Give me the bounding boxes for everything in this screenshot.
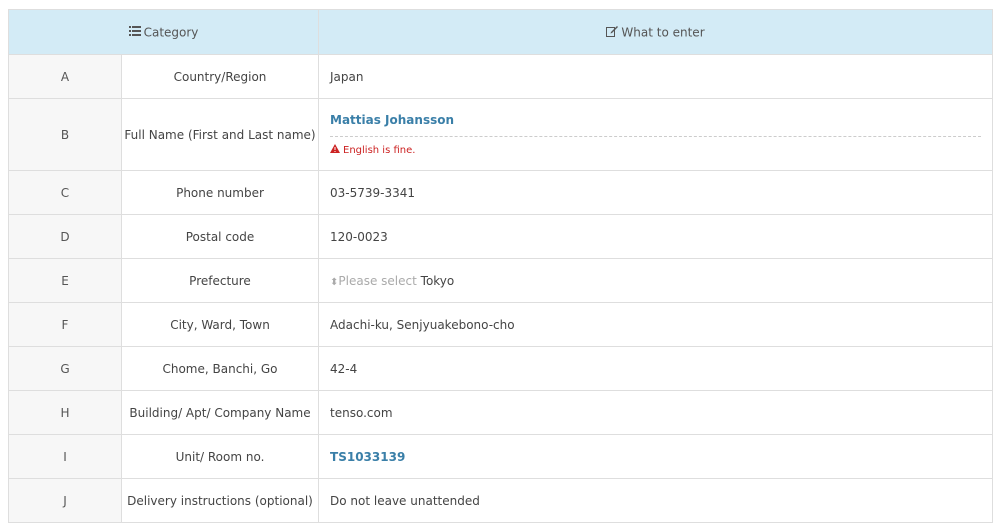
divider	[330, 136, 982, 137]
table-row: A Country/Region Japan	[8, 54, 994, 99]
row-letter: E	[8, 258, 122, 303]
row-value: tenso.com	[318, 390, 994, 435]
table-row: I Unit/ Room no. TS1033139	[8, 434, 994, 479]
row-letter: D	[8, 214, 122, 259]
name-note-text: English is fine.	[343, 144, 416, 156]
address-form: Category What to enter A Country/Region …	[7, 9, 994, 523]
row-value-cell: Mattias Johansson English is fine.	[318, 98, 994, 171]
row-category: Building/ Apt/ Company Name	[120, 390, 320, 435]
category-header: Category	[7, 9, 320, 55]
row-letter: H	[8, 390, 122, 435]
category-header-label: Category	[143, 25, 199, 40]
row-category: Phone number	[120, 170, 320, 215]
row-letter: F	[8, 302, 122, 347]
prefecture-value: Tokyo	[420, 273, 455, 288]
list-icon	[128, 25, 141, 39]
row-category: Prefecture	[120, 258, 320, 303]
row-category: Country/Region	[120, 54, 320, 99]
row-category: Full Name (First and Last name)	[120, 98, 320, 171]
row-letter: G	[8, 346, 122, 391]
table-row: H Building/ Apt/ Company Name tenso.com	[8, 390, 994, 435]
table-row: G Chome, Banchi, Go 42-4	[8, 346, 994, 391]
table-row: J Delivery instructions (optional) Do no…	[8, 478, 994, 523]
prefecture-placeholder: Please select	[338, 273, 417, 288]
table-row: E Prefecture ⬍Please select Tokyo	[8, 258, 994, 303]
full-name-value: Mattias Johansson	[330, 113, 455, 127]
prefecture-select[interactable]: ⬍Please select Tokyo	[318, 258, 994, 303]
row-value: Do not leave unattended	[318, 478, 994, 523]
what-to-enter-header: What to enter	[318, 9, 994, 55]
row-letter: I	[8, 434, 122, 479]
row-value: 03-5739-3341	[318, 170, 994, 215]
header-row: Category What to enter	[7, 9, 994, 55]
edit-icon	[606, 25, 619, 40]
row-category: Postal code	[120, 214, 320, 259]
what-to-enter-header-label: What to enter	[621, 25, 705, 39]
row-category: Chome, Banchi, Go	[120, 346, 320, 391]
row-value: Adachi-ku, Senjyuakebono-cho	[318, 302, 994, 347]
row-value: 120-0023	[318, 214, 994, 259]
row-letter: J	[8, 478, 122, 523]
table-row: F City, Ward, Town Adachi-ku, Senjyuakeb…	[8, 302, 994, 347]
table-row: D Postal code 120-0023	[8, 214, 994, 259]
table-row: C Phone number 03-5739-3341	[8, 170, 994, 215]
warning-icon	[330, 144, 341, 156]
row-category: Unit/ Room no.	[120, 434, 320, 479]
unit-room-value: TS1033139	[330, 449, 406, 464]
table-row: B Full Name (First and Last name) Mattia…	[8, 98, 994, 171]
name-note: English is fine.	[330, 144, 981, 156]
row-category: Delivery instructions (optional)	[120, 478, 320, 523]
row-value-cell: TS1033139	[318, 434, 994, 479]
row-value: 42-4	[318, 346, 994, 391]
row-letter: A	[8, 54, 122, 99]
row-letter: C	[8, 170, 122, 215]
row-category: City, Ward, Town	[120, 302, 320, 347]
row-letter: B	[8, 98, 122, 171]
row-value: Japan	[318, 54, 994, 99]
address-table: Category What to enter A Country/Region …	[7, 9, 994, 523]
